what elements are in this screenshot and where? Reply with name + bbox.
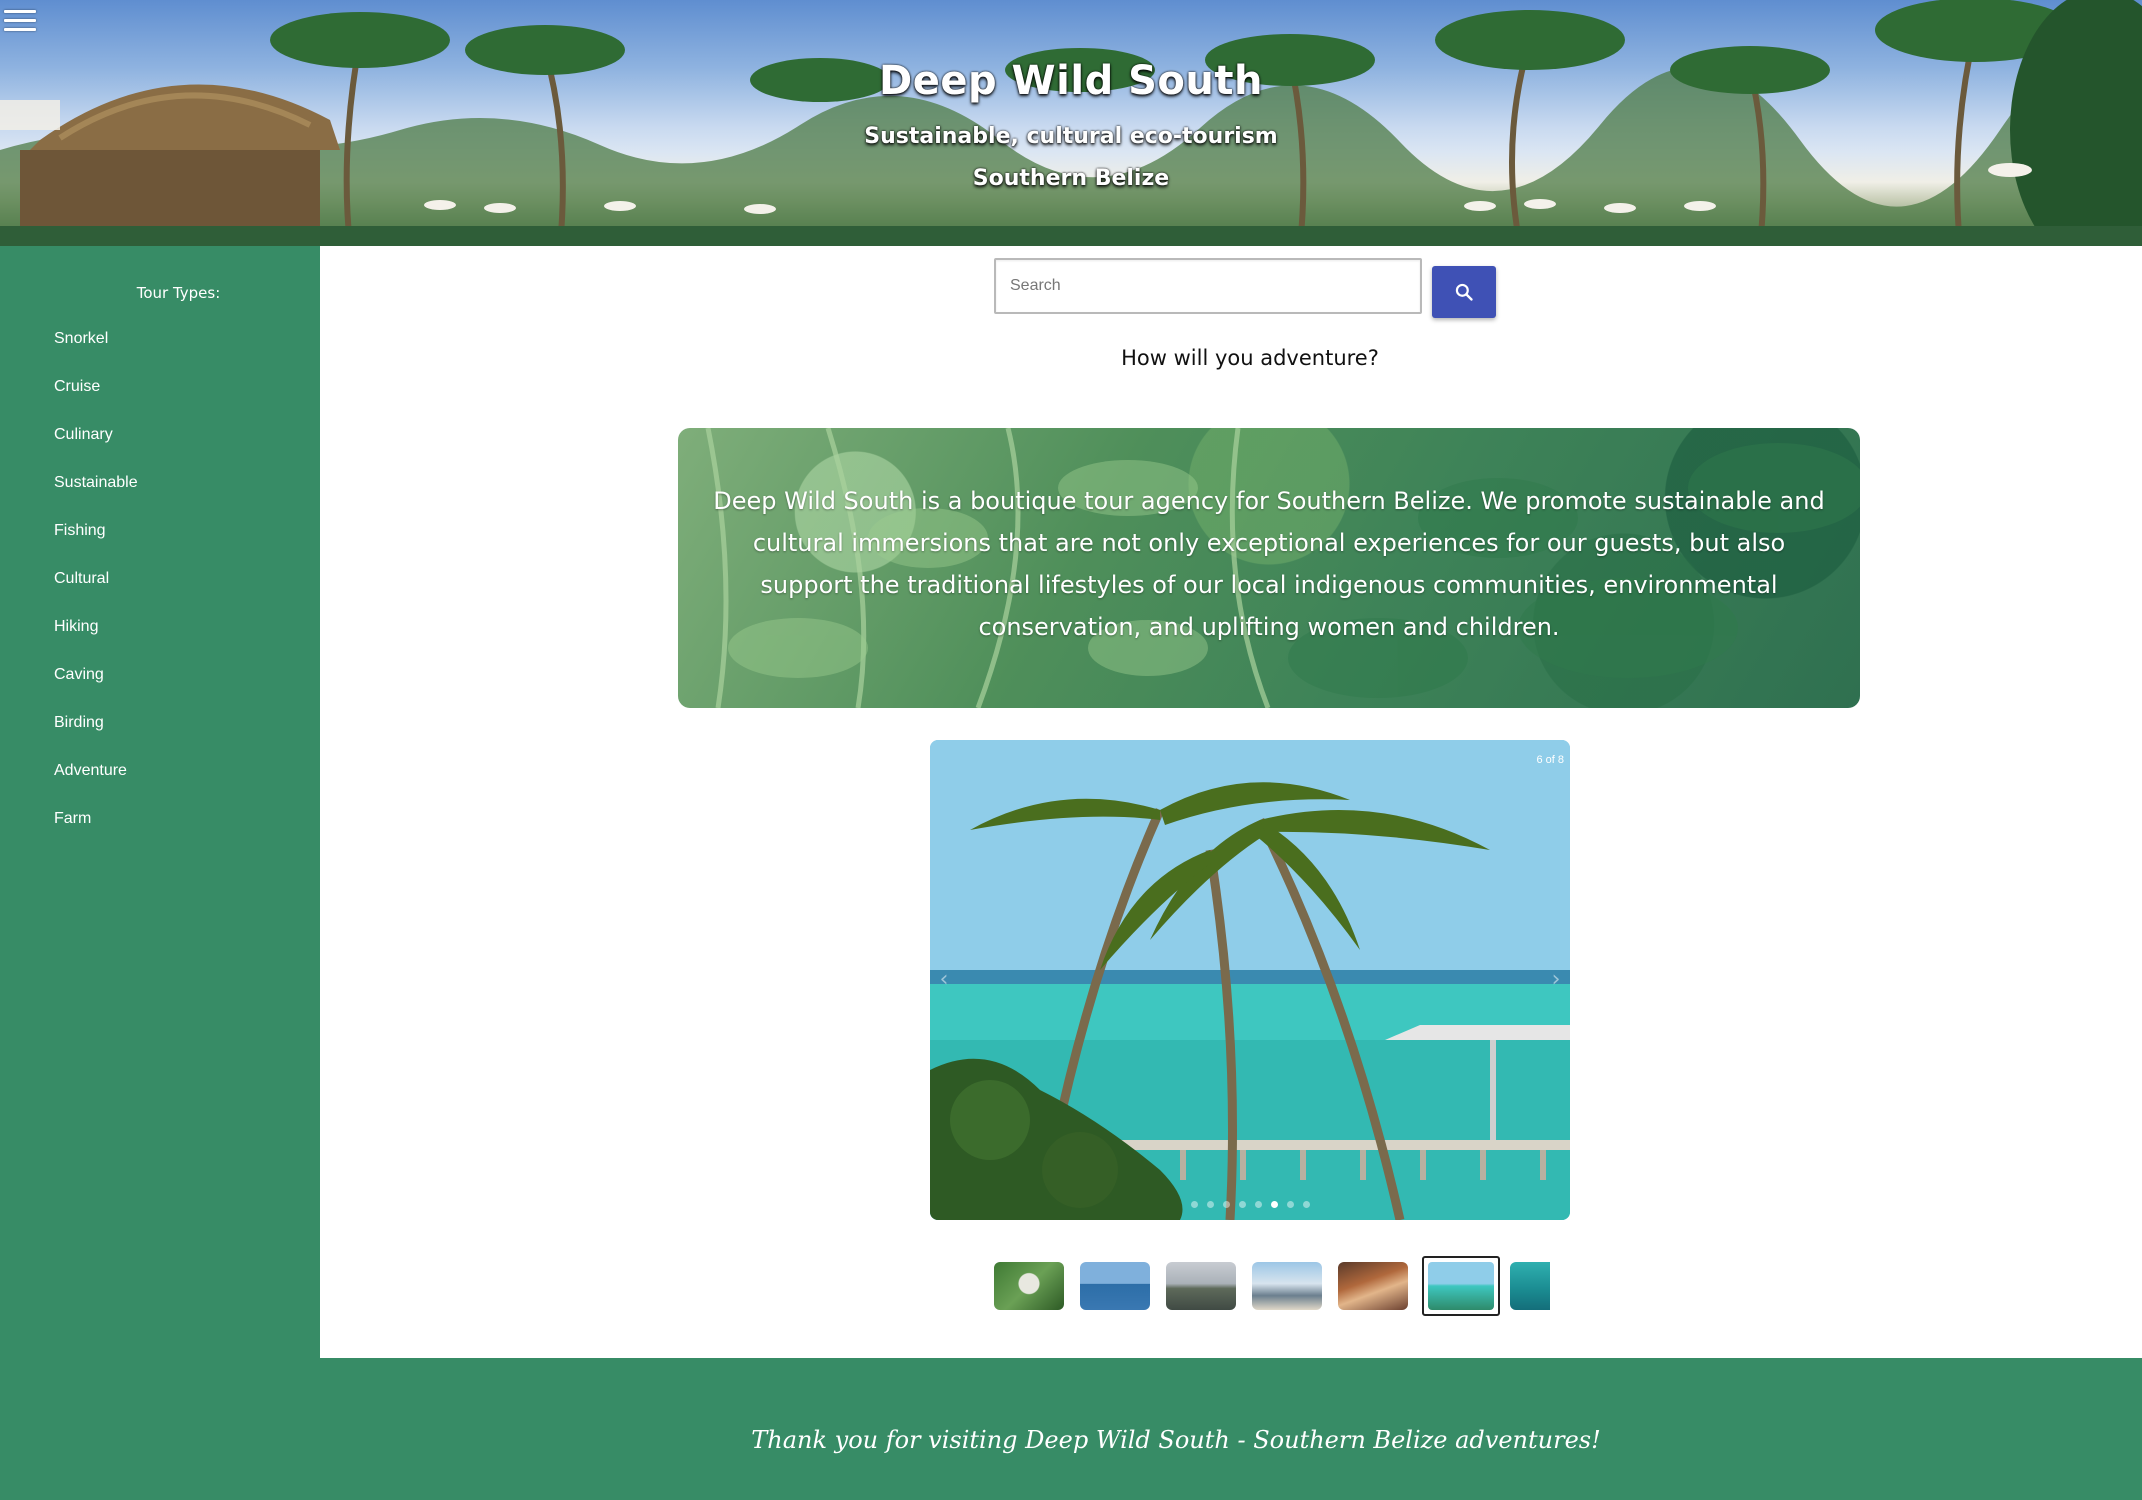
hamburger-menu-icon[interactable] xyxy=(4,10,36,34)
header-banner: Deep Wild South Sustainable, cultural ec… xyxy=(0,0,2142,246)
search-input[interactable] xyxy=(994,258,1422,314)
gallery-main-image xyxy=(930,740,1570,1220)
sidebar-item-cruise[interactable]: Cruise xyxy=(54,377,138,425)
gallery-dots xyxy=(930,1201,1570,1208)
gallery-thumbnails xyxy=(994,1256,1550,1318)
gallery-dot[interactable] xyxy=(1222,1201,1230,1208)
site-region: Southern Belize xyxy=(972,166,1170,191)
gallery-thumbnail-1[interactable] xyxy=(994,1262,1064,1310)
search-button[interactable] xyxy=(1432,266,1496,318)
site-subtitle: Sustainable, cultural eco-tourism xyxy=(864,124,1278,149)
sidebar-item-hiking[interactable]: Hiking xyxy=(54,617,138,665)
gallery-dot[interactable] xyxy=(1190,1201,1198,1208)
sidebar-item-caving[interactable]: Caving xyxy=(54,665,138,713)
sidebar-item-snorkel[interactable]: Snorkel xyxy=(54,329,138,377)
gallery-thumbnail-7[interactable] xyxy=(1510,1262,1550,1310)
sidebar-item-fishing[interactable]: Fishing xyxy=(54,521,138,569)
gallery-dot[interactable] xyxy=(1206,1201,1214,1208)
photo-gallery[interactable]: 6 of 8 ‹ › xyxy=(930,740,1570,1220)
sidebar-item-farm[interactable]: Farm xyxy=(54,809,138,857)
about-card: Deep Wild South is a boutique tour agenc… xyxy=(678,428,1860,708)
tour-types-sidebar: Tour Types: Snorkel Cruise Culinary Sust… xyxy=(0,246,320,1358)
search-icon xyxy=(1455,283,1473,301)
gallery-dot[interactable] xyxy=(1302,1201,1310,1208)
gallery-dot[interactable] xyxy=(1286,1201,1294,1208)
gallery-thumbnail-2[interactable] xyxy=(1080,1262,1150,1310)
footer-message: Thank you for visiting Deep Wild South -… xyxy=(751,1426,1601,1454)
sidebar-item-cultural[interactable]: Cultural xyxy=(54,569,138,617)
gallery-thumbnail-4[interactable] xyxy=(1252,1262,1322,1310)
footer: Thank you for visiting Deep Wild South -… xyxy=(0,1358,2142,1500)
about-description: Deep Wild South is a boutique tour agenc… xyxy=(713,487,1825,641)
gallery-thumbnail-3[interactable] xyxy=(1166,1262,1236,1310)
gallery-counter: 6 of 8 xyxy=(1536,754,1564,766)
gallery-dot[interactable] xyxy=(1254,1201,1262,1208)
gallery-thumbnail-5[interactable] xyxy=(1338,1262,1408,1310)
sidebar-item-culinary[interactable]: Culinary xyxy=(54,425,138,473)
palm-beach-banner-image xyxy=(0,0,2142,246)
tour-types-list: Snorkel Cruise Culinary Sustainable Fish… xyxy=(54,329,138,857)
sidebar-item-birding[interactable]: Birding xyxy=(54,713,138,761)
gallery-thumbnail-6-active[interactable] xyxy=(1422,1256,1500,1316)
chevron-left-icon[interactable]: ‹ xyxy=(934,962,954,998)
sidebar-item-sustainable[interactable]: Sustainable xyxy=(54,473,138,521)
tagline: How will you adventure? xyxy=(1121,346,1379,370)
gallery-dot-active[interactable] xyxy=(1270,1201,1278,1208)
sidebar-heading: Tour Types: xyxy=(136,284,221,302)
sidebar-item-adventure[interactable]: Adventure xyxy=(54,761,138,809)
site-title: Deep Wild South xyxy=(879,58,1263,104)
gallery-dot[interactable] xyxy=(1238,1201,1246,1208)
chevron-right-icon[interactable]: › xyxy=(1546,962,1566,998)
